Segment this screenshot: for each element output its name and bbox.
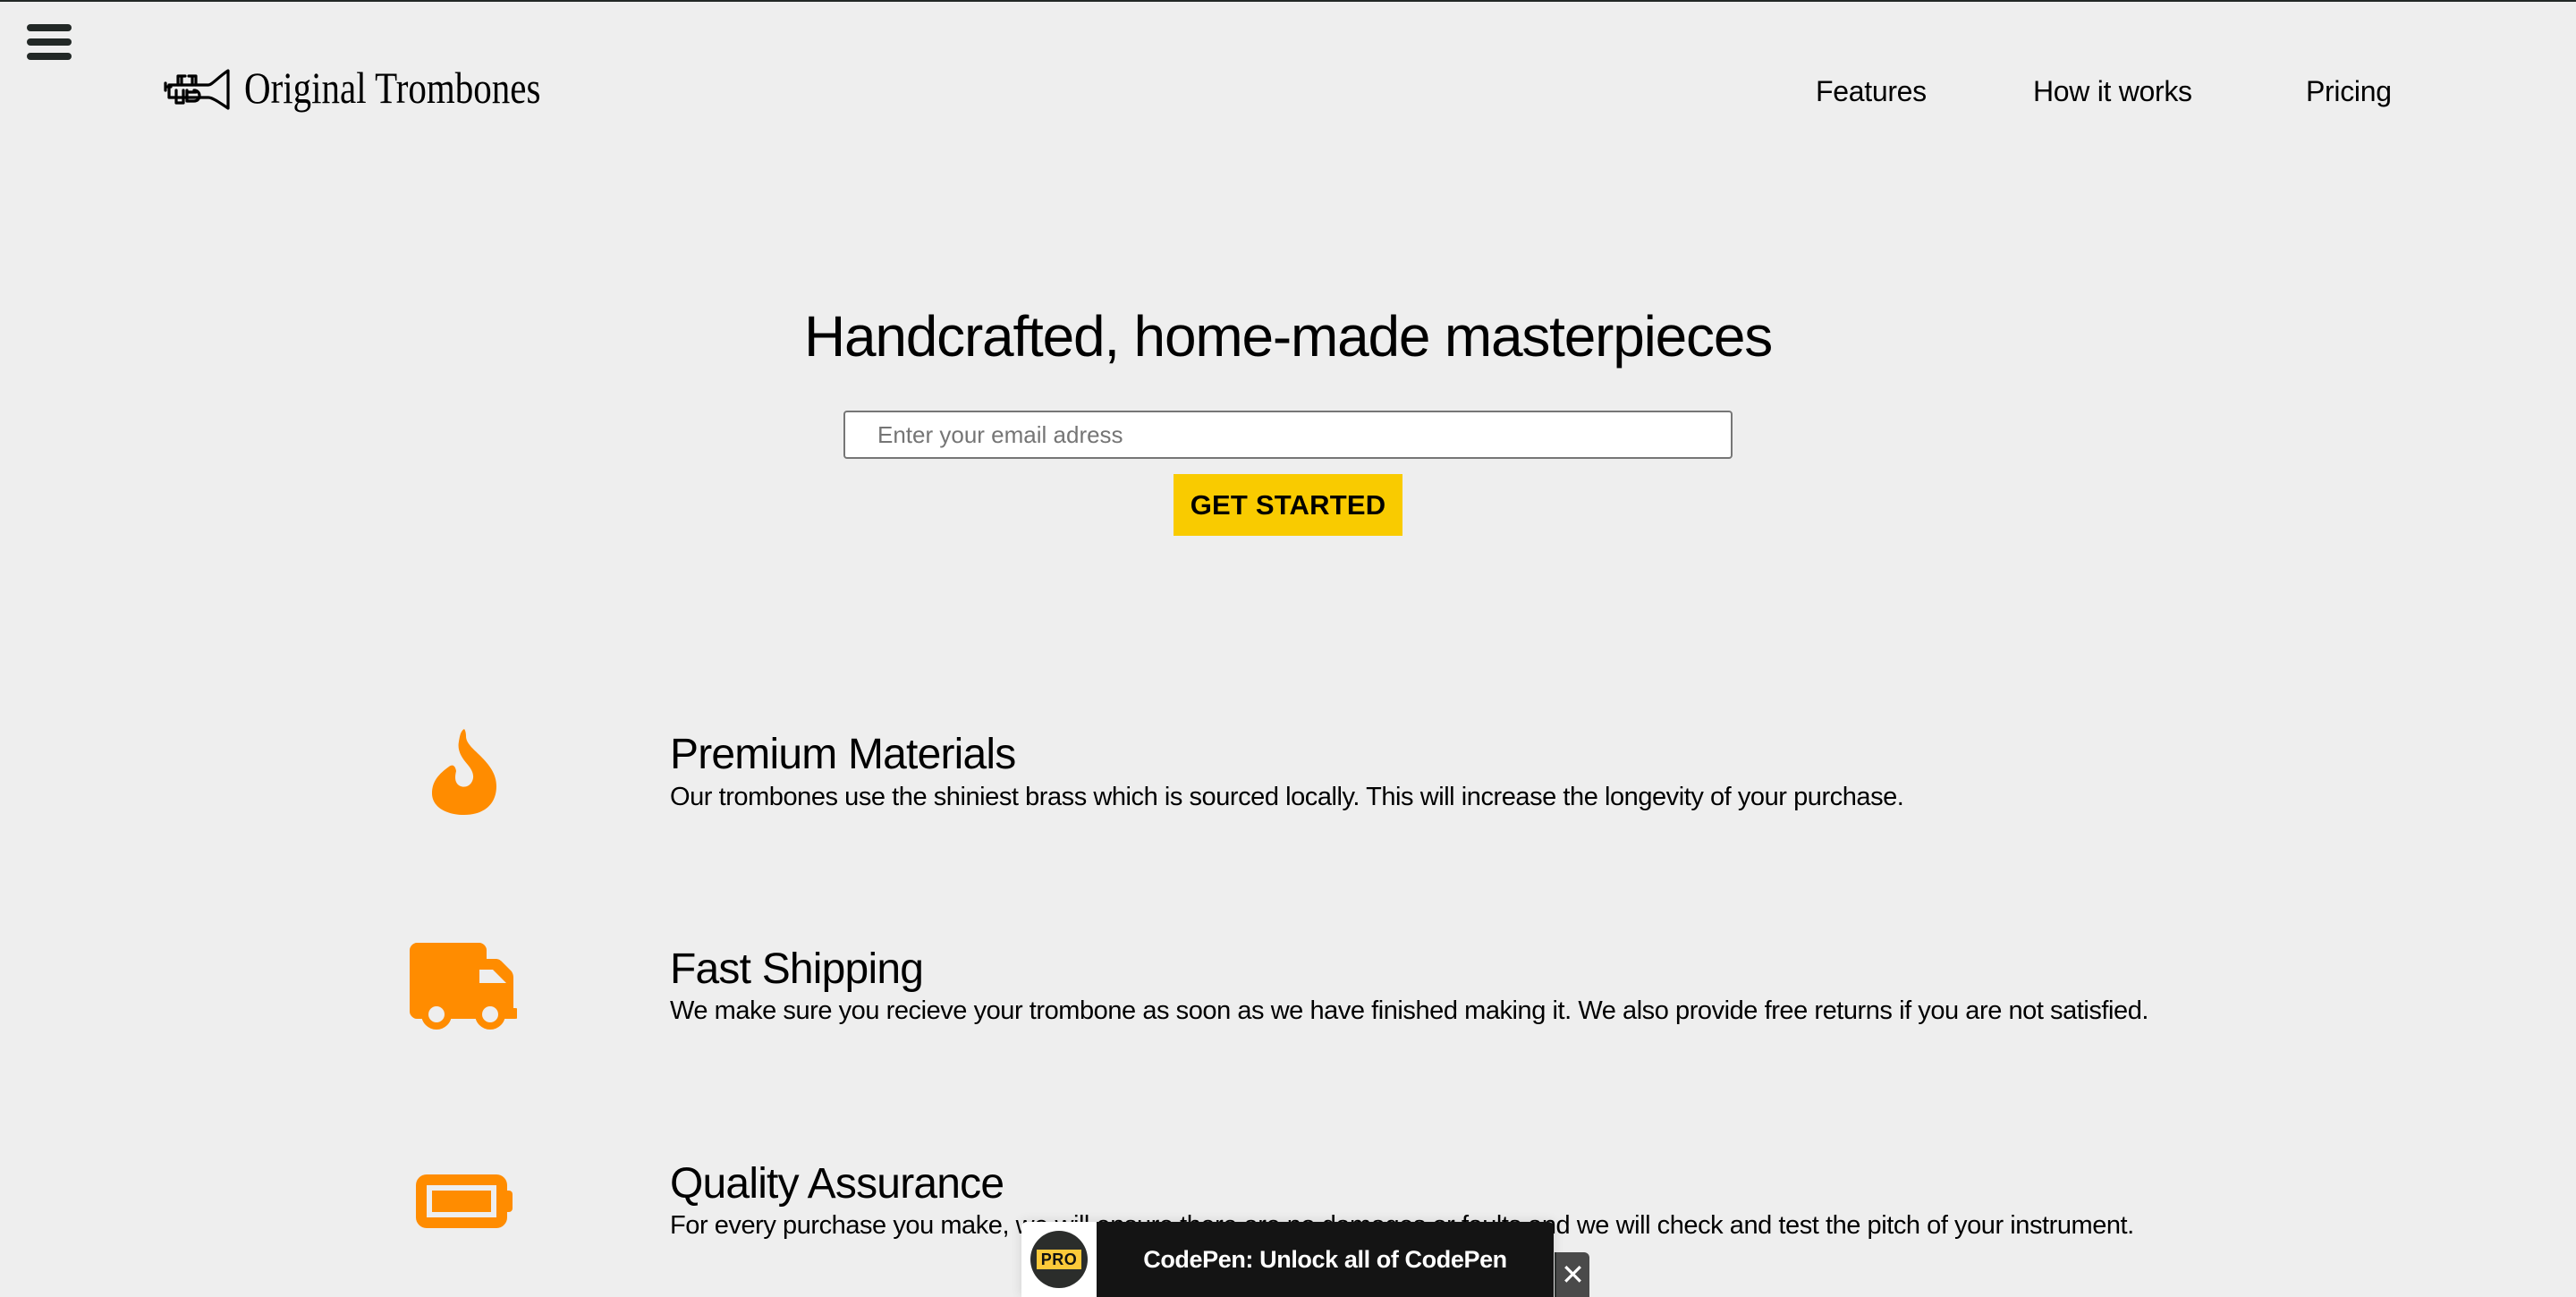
top-border <box>0 0 2576 2</box>
fire-icon <box>432 729 496 815</box>
menu-bar <box>27 53 72 60</box>
email-input[interactable] <box>843 411 1733 459</box>
menu-bar <box>27 38 72 46</box>
close-icon[interactable]: ✕ <box>1555 1252 1589 1297</box>
codepen-promo-banner[interactable]: PRO CodePen: Unlock all of CodePen <box>1021 1222 1554 1297</box>
feature-title: Fast Shipping <box>670 945 924 993</box>
feature-description: Our trombones use the shiniest brass whi… <box>670 783 1904 811</box>
codepen-promo-text[interactable]: CodePen: Unlock all of CodePen <box>1097 1222 1554 1297</box>
get-started-button[interactable]: GET STARTED <box>1174 474 1402 536</box>
feature-title: Quality Assurance <box>670 1160 1004 1208</box>
feature-description: We make sure you recieve your trombone a… <box>670 996 2148 1025</box>
truck-icon <box>410 943 521 1030</box>
feature-title: Premium Materials <box>670 731 1016 778</box>
hamburger-menu-icon[interactable] <box>25 21 73 63</box>
hero-title: Handcrafted, home-made masterpieces <box>803 304 1773 369</box>
battery-full-icon <box>416 1174 513 1228</box>
nav-link-features[interactable]: Features <box>1816 72 1927 111</box>
main-nav: Features How it works Pricing <box>0 72 2576 111</box>
nav-link-pricing[interactable]: Pricing <box>2306 72 2392 111</box>
pro-badge-label: PRO <box>1037 1250 1081 1269</box>
pro-badge-icon: PRO <box>1030 1231 1088 1288</box>
nav-link-how-it-works[interactable]: How it works <box>2033 72 2192 111</box>
menu-bar <box>27 24 72 31</box>
codepen-pro-badge-area: PRO <box>1021 1222 1097 1297</box>
